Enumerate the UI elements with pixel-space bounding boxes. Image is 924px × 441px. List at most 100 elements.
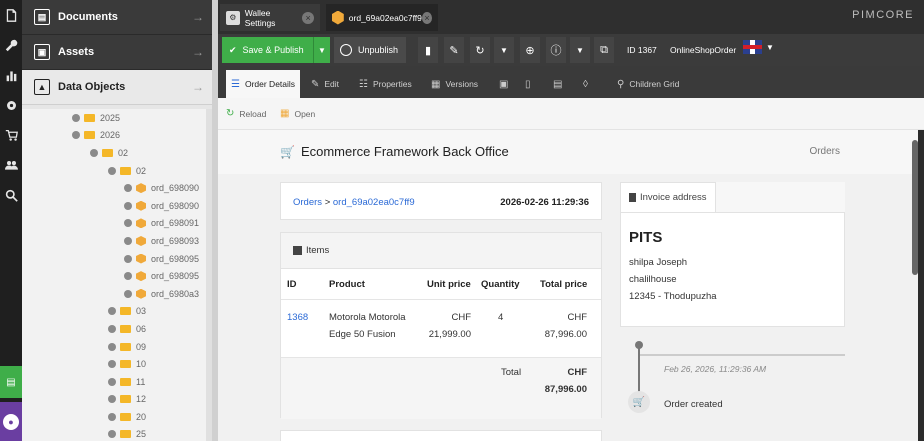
tree-folder-node[interactable]: 09	[22, 338, 206, 356]
subtab-order-details[interactable]: ☰ Order Details	[226, 70, 301, 98]
tree-object-node[interactable]: ord_698090	[22, 179, 206, 197]
reload-label: Reload	[239, 108, 267, 119]
invoice-address-card: Invoice address PITS shilpa Joseph chali…	[620, 182, 845, 327]
expand-toggle-icon[interactable]	[124, 289, 132, 298]
expand-toggle-icon[interactable]	[108, 360, 116, 369]
expand-toggle-icon[interactable]	[108, 412, 116, 421]
tree-folder-node[interactable]: 11	[22, 373, 206, 391]
tree-object-node[interactable]: ord_698095	[22, 250, 206, 268]
open-link[interactable]: ▦ Open	[280, 108, 315, 119]
uk-flag-icon[interactable]	[743, 40, 762, 54]
tree-object-node[interactable]: ord_698090	[22, 197, 206, 215]
data-objects-tree: 2025 2026 02 02 ord_698090 ord_698090 ord_6980…	[22, 109, 206, 441]
save-dropdown-button[interactable]: ▼	[313, 37, 330, 63]
cube-icon: ▲	[34, 79, 50, 95]
tree-object-node[interactable]: ord_698091	[22, 215, 206, 233]
cart-icon[interactable]	[0, 120, 22, 150]
accordion-assets[interactable]: ▣ Assets →	[22, 35, 212, 70]
calendar-icon: ▣	[499, 78, 509, 90]
breadcrumb-orders[interactable]: Orders	[293, 197, 322, 208]
accordion-data-objects[interactable]: ▲ Data Objects →	[22, 70, 212, 105]
wrench-icon[interactable]	[0, 30, 22, 60]
expand-toggle-icon[interactable]	[72, 113, 80, 122]
subtab-label: Versions	[445, 79, 479, 89]
reload-button[interactable]: ↻	[470, 37, 490, 63]
info-dropdown-button[interactable]: ▼	[570, 37, 590, 63]
tree-folder-node[interactable]: 10	[22, 355, 206, 373]
tree-object-node[interactable]: ord_6980a3	[22, 285, 206, 303]
invoice-title: Invoice address	[640, 192, 707, 203]
expand-toggle-icon[interactable]	[108, 342, 116, 351]
info-button[interactable]: ⓘ	[546, 37, 566, 63]
tree-folder-node[interactable]: 06	[22, 320, 206, 338]
save-publish-button[interactable]: ✔ Save & Publish ▼	[222, 37, 330, 63]
unpublish-button[interactable]: Unpublish	[334, 37, 406, 63]
tree-folder-node[interactable]: 2025	[22, 109, 206, 127]
gear-icon[interactable]	[0, 90, 22, 120]
expand-toggle-icon[interactable]	[124, 184, 132, 193]
tree-folder-node[interactable]: 12	[22, 391, 206, 409]
subtab-versions[interactable]: ▦ Versions	[426, 70, 483, 98]
item-product: Motorola Motorola Edge 50 Fusion	[329, 309, 406, 343]
close-icon[interactable]: ×	[302, 11, 314, 24]
expand-toggle-icon[interactable]	[108, 430, 116, 439]
tree-folder-node[interactable]: 03	[22, 303, 206, 321]
tree-object-node[interactable]: ord_698093	[22, 232, 206, 250]
close-icon[interactable]: ×	[421, 11, 432, 24]
tree-folder-node[interactable]: 25	[22, 426, 206, 441]
users-icon[interactable]	[0, 150, 22, 180]
item-id-link[interactable]: 1368	[287, 309, 308, 326]
object-icon	[136, 253, 146, 264]
subtab-children-grid[interactable]: ⚲ Children Grid	[612, 70, 684, 98]
invoice-address-tab[interactable]: Invoice address	[620, 182, 716, 212]
check-icon: ✔	[229, 44, 237, 55]
language-dropdown-icon[interactable]: ▼	[766, 43, 774, 52]
expand-toggle-icon[interactable]	[108, 324, 116, 333]
bar-chart-icon[interactable]	[0, 60, 22, 90]
locate-button[interactable]: ⊕	[520, 37, 540, 63]
table-icon	[293, 246, 302, 255]
tree-folder-node[interactable]: 2026	[22, 127, 206, 145]
search-icon[interactable]	[0, 180, 22, 210]
reload-link[interactable]: ↻ Reload	[226, 108, 266, 119]
expand-toggle-icon[interactable]	[124, 254, 132, 263]
tree-folder-node[interactable]: 02	[22, 144, 206, 162]
subtab-calendar[interactable]: ▣	[494, 70, 518, 98]
notifications-button[interactable]: ▤	[0, 366, 22, 398]
expand-toggle-icon[interactable]	[72, 131, 80, 140]
delete-button[interactable]: ▮	[418, 37, 438, 63]
subtab-tag[interactable]: ◊	[578, 70, 598, 98]
tab-wallee-settings[interactable]: ⚙ Wallee Settings ×	[220, 4, 320, 31]
tree-object-node[interactable]: ord_698095	[22, 267, 206, 285]
expand-toggle-icon[interactable]	[108, 166, 116, 175]
expand-toggle-icon[interactable]	[108, 395, 116, 404]
expand-toggle-icon[interactable]	[108, 377, 116, 386]
subtab-edit[interactable]: ✎ Edit	[306, 70, 344, 98]
file-icon[interactable]	[0, 0, 22, 30]
expand-toggle-icon[interactable]	[90, 148, 98, 157]
expand-toggle-icon[interactable]	[124, 236, 132, 245]
document-icon	[629, 193, 636, 202]
orders-link[interactable]: Orders	[809, 146, 840, 157]
subtab-clipboard[interactable]: ▤	[548, 70, 572, 98]
expand-toggle-icon[interactable]	[124, 201, 132, 210]
tree-folder-node[interactable]: 20	[22, 408, 206, 426]
tab-label: Wallee Settings	[244, 7, 276, 28]
item-total-currency: CHF	[567, 312, 587, 323]
expand-toggle-icon[interactable]	[124, 272, 132, 281]
subtab-properties[interactable]: ☷ Properties	[354, 70, 417, 98]
subtab-bookmark[interactable]: ▯	[520, 70, 541, 98]
expand-toggle-icon[interactable]	[124, 219, 132, 228]
brand-logo: PIMCORE	[852, 9, 914, 21]
share-button[interactable]: ⧉	[594, 37, 614, 63]
tab-order[interactable]: ord_69a02ea0c7ff9 ×	[326, 4, 438, 31]
tree-folder-node[interactable]: 02	[22, 162, 206, 180]
content-scrollbar[interactable]	[912, 140, 918, 275]
rename-button[interactable]: ✎	[444, 37, 464, 63]
accordion-documents[interactable]: ▤ Documents →	[22, 0, 212, 35]
tree-node-label: ord_698093	[151, 235, 200, 246]
expand-toggle-icon[interactable]	[108, 307, 116, 316]
reload-dropdown-button[interactable]: ▼	[494, 37, 514, 63]
breadcrumb-order-id[interactable]: ord_69a02ea0c7ff9	[333, 197, 415, 208]
user-avatar[interactable]: ●	[0, 402, 22, 441]
